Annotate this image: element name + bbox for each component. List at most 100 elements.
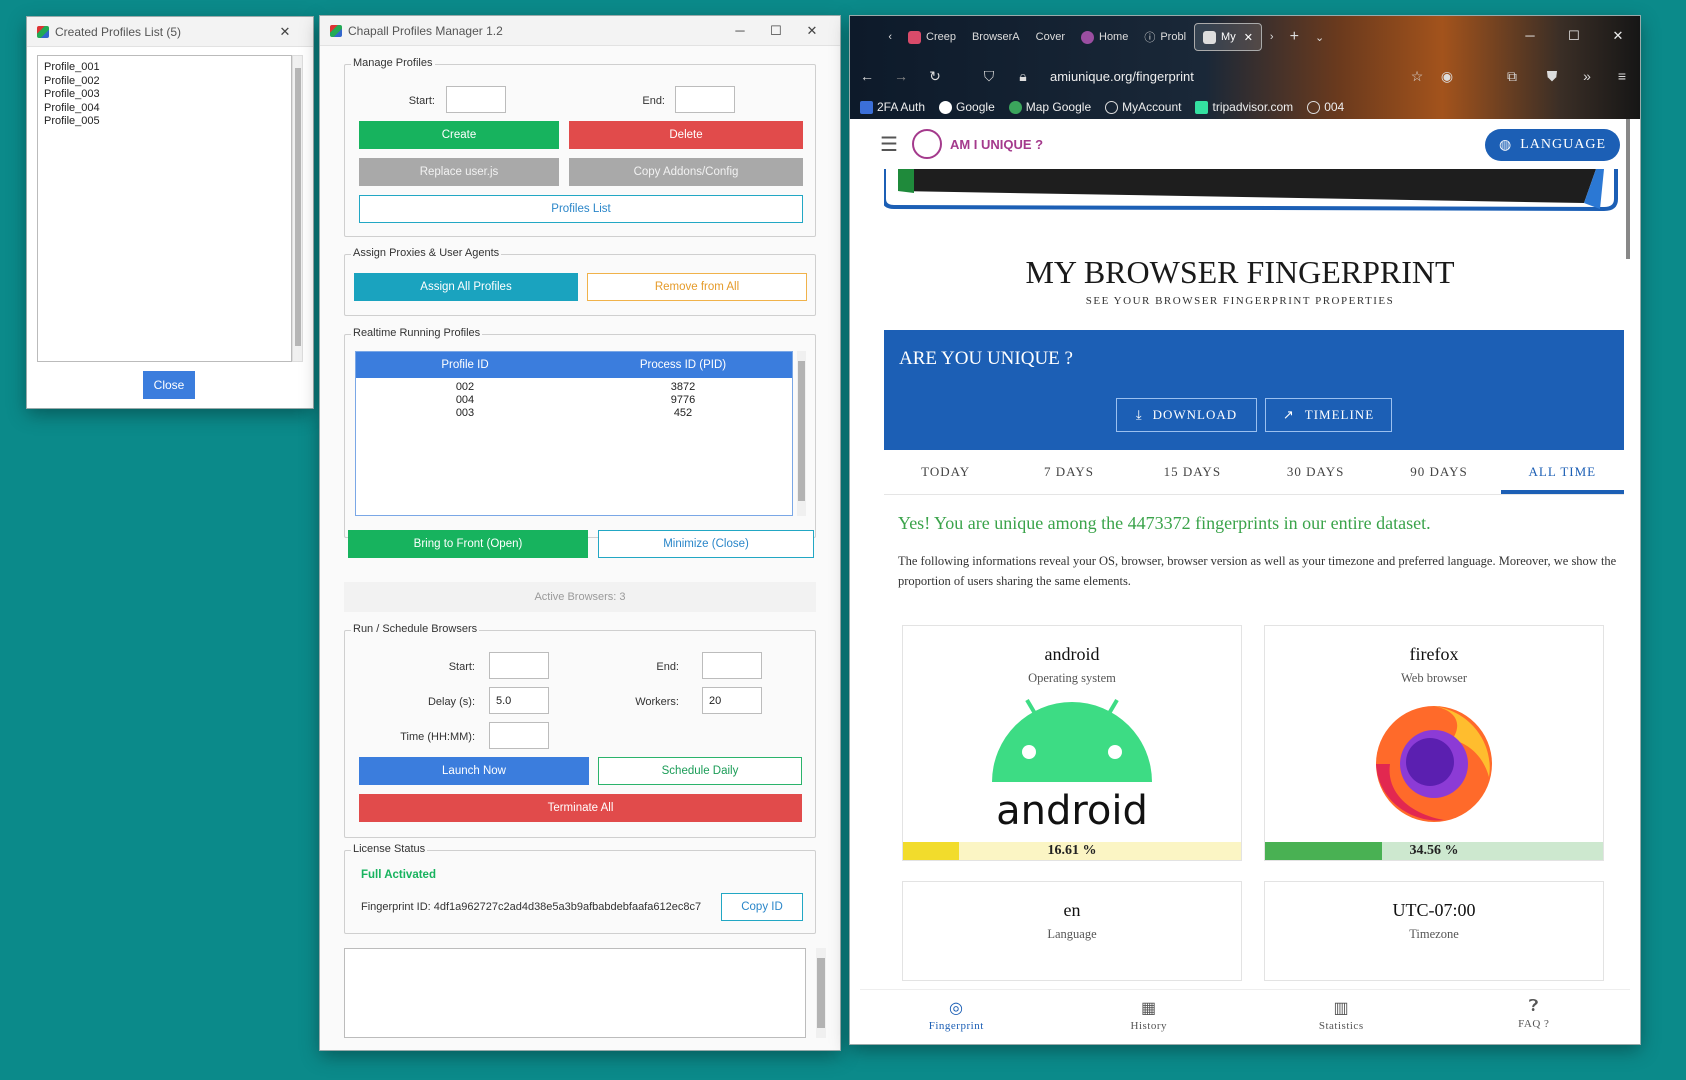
browser-tab[interactable]: Cover	[1028, 23, 1073, 51]
profiles-list-window: Created Profiles List (5) ✕ Profile_001 …	[27, 17, 313, 408]
log-textarea[interactable]	[344, 948, 806, 1038]
maximize-icon[interactable]: ☐	[758, 23, 794, 39]
close-icon[interactable]: ✕	[794, 23, 830, 39]
run-start-input[interactable]	[489, 652, 549, 679]
browser-tab-active[interactable]: My ✕	[1194, 23, 1262, 51]
page-scrollbar[interactable]	[1626, 119, 1630, 259]
assign-all-profiles-button[interactable]: Assign All Profiles	[354, 273, 578, 301]
profiles-listbox[interactable]: Profile_001 Profile_002 Profile_003 Prof…	[37, 55, 292, 362]
delete-button[interactable]: Delete	[569, 121, 803, 149]
bookmark-item[interactable]: 004	[1307, 100, 1344, 114]
nav-fingerprint[interactable]: ◎ Fingerprint	[860, 990, 1053, 1044]
ublock-icon[interactable]: ⛊	[1535, 68, 1569, 85]
profiles-list-button[interactable]: Profiles List	[359, 195, 803, 223]
start-input[interactable]	[446, 86, 506, 113]
web-page: ☰ AM I UNIQUE ? ◍ LANGUAGE MY BROWSER FIN…	[860, 119, 1630, 1044]
list-item[interactable]: Profile_001	[44, 61, 285, 75]
browser-tab[interactable]: Creep	[900, 23, 964, 51]
group-title: Realtime Running Profiles	[351, 327, 483, 339]
remove-from-all-button[interactable]: Remove from All	[587, 273, 807, 301]
tab-30-days[interactable]: 30 DAYS	[1254, 450, 1377, 494]
running-profiles-table[interactable]: Profile ID Process ID (PID) 002 3872 004…	[355, 351, 793, 516]
replace-userjs-button[interactable]: Replace user.js	[359, 158, 559, 186]
browser-tab[interactable]: BrowserA	[964, 23, 1028, 51]
tab-today[interactable]: TODAY	[884, 450, 1007, 494]
bookmark-item[interactable]: Map Google	[1008, 100, 1091, 114]
list-item[interactable]: Profile_002	[44, 75, 285, 89]
list-item[interactable]: Profile_003	[44, 88, 285, 102]
profile-id-cell: 003	[455, 407, 475, 419]
back-icon[interactable]: ←	[850, 68, 884, 84]
language-button[interactable]: ◍ LANGUAGE	[1485, 129, 1620, 161]
tab-15-days[interactable]: 15 DAYS	[1131, 450, 1254, 494]
minimize-icon[interactable]: ─	[722, 23, 758, 38]
table-row[interactable]: 004 9776	[356, 394, 792, 407]
scrollbar-thumb[interactable]	[798, 361, 805, 501]
copy-id-button[interactable]: Copy ID	[721, 893, 803, 921]
workers-input[interactable]	[702, 687, 762, 714]
nav-label: Statistics	[1318, 1020, 1364, 1032]
copy-addons-button[interactable]: Copy Addons/Config	[569, 158, 803, 186]
overflow-icon[interactable]: »	[1570, 68, 1604, 84]
bookmark-item[interactable]: 2FA Auth	[860, 100, 925, 114]
close-icon[interactable]: ✕	[267, 24, 303, 40]
bookmark-item[interactable]: MyAccount	[1105, 100, 1181, 114]
menu-icon[interactable]: ≡	[1605, 68, 1639, 84]
minimize-icon[interactable]: ─	[1508, 22, 1552, 50]
forward-icon[interactable]: →	[884, 68, 918, 84]
bookmark-item[interactable]: tripadvisor.com	[1195, 100, 1293, 114]
nav-faq[interactable]: ❓︎ FAQ ?	[1438, 990, 1631, 1044]
tab-close-icon[interactable]: ✕	[1244, 31, 1253, 44]
translate-icon[interactable]: ⧉	[1495, 68, 1529, 85]
info-icon: ⓘ	[1144, 32, 1156, 44]
column-header-profile-id[interactable]: Profile ID	[356, 359, 574, 371]
list-item[interactable]: Profile_005	[44, 115, 285, 129]
table-row[interactable]: 003 452	[356, 407, 792, 420]
list-item[interactable]: Profile_004	[44, 102, 285, 116]
terminate-all-button[interactable]: Terminate All	[359, 794, 802, 822]
bring-to-front-button[interactable]: Bring to Front (Open)	[348, 530, 588, 558]
close-icon[interactable]: ✕	[1596, 22, 1640, 50]
nav-history[interactable]: ▦ History	[1053, 990, 1246, 1044]
fingerprint-id-text: Fingerprint ID: 4df1a962727c2ad4d38e5a3b…	[361, 901, 701, 913]
new-tab-icon[interactable]: +	[1282, 23, 1307, 51]
timeline-button[interactable]: ↗ TIMELINE	[1265, 398, 1392, 432]
list-scrollbar[interactable]	[292, 55, 303, 362]
log-scrollbar[interactable]	[816, 948, 826, 1038]
nav-statistics[interactable]: ▥ Statistics	[1245, 990, 1438, 1044]
end-input[interactable]	[675, 86, 735, 113]
column-header-pid[interactable]: Process ID (PID)	[574, 359, 792, 371]
tab-all-time[interactable]: ALL TIME	[1500, 450, 1624, 494]
hamburger-menu-icon[interactable]: ☰	[880, 132, 898, 157]
table-row[interactable]: 002 3872	[356, 381, 792, 394]
bookmark-star-icon[interactable]: ☆	[1400, 68, 1434, 85]
minimize-button[interactable]: Minimize (Close)	[598, 530, 814, 558]
scrollbar-thumb[interactable]	[817, 958, 825, 1028]
time-input[interactable]	[489, 722, 549, 749]
table-scrollbar[interactable]	[797, 351, 806, 516]
scrollbar-thumb[interactable]	[295, 68, 301, 346]
browser-tab[interactable]: Home	[1073, 23, 1136, 51]
tab-scroll-left-icon[interactable]: ‹	[850, 23, 900, 51]
browser-tab[interactable]: ⓘ Probl	[1136, 23, 1194, 51]
tab-90-days[interactable]: 90 DAYS	[1377, 450, 1500, 494]
close-button[interactable]: Close	[143, 371, 195, 399]
address-bar[interactable]: amiunique.org/fingerprint	[1050, 69, 1194, 84]
reload-icon[interactable]: ↻	[918, 68, 952, 85]
tab-scroll-right-icon[interactable]: ›	[1262, 23, 1282, 51]
lock-icon: 🔒︎	[1019, 67, 1027, 84]
schedule-daily-button[interactable]: Schedule Daily	[598, 757, 802, 785]
site-logo[interactable]: AM I UNIQUE ?	[911, 129, 1043, 159]
delay-input[interactable]	[489, 687, 549, 714]
launch-now-button[interactable]: Launch Now	[359, 757, 589, 785]
tab-list-icon[interactable]: ⌄	[1307, 23, 1332, 51]
run-end-input[interactable]	[702, 652, 762, 679]
maximize-icon[interactable]: ☐	[1552, 22, 1596, 50]
extension-icon[interactable]: ◉	[1430, 68, 1464, 85]
tab-7-days[interactable]: 7 DAYS	[1007, 450, 1130, 494]
create-button[interactable]: Create	[359, 121, 559, 149]
download-button[interactable]: ⤓ DOWNLOAD	[1116, 398, 1257, 432]
shield-icon[interactable]: ⛉	[972, 68, 1006, 85]
bookmark-item[interactable]: Google	[939, 100, 995, 114]
card-label: Language	[1047, 927, 1097, 941]
